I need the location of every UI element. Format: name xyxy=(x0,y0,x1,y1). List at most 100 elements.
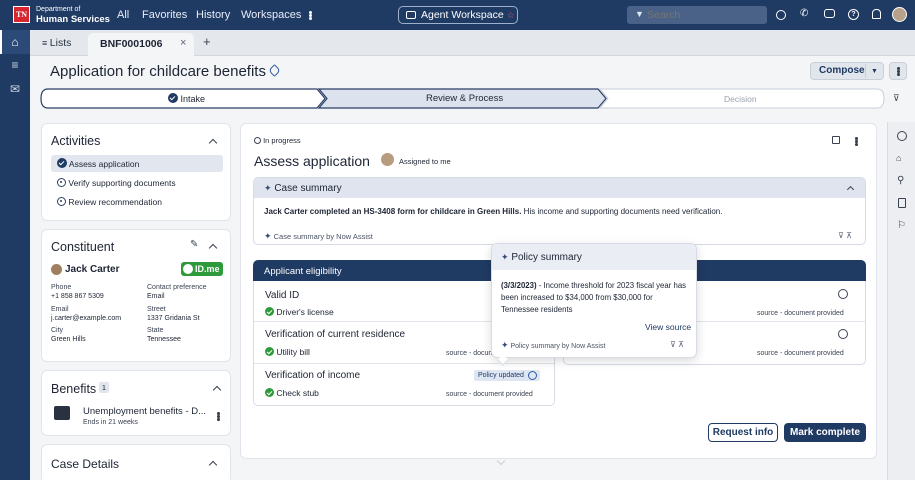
right-source-1: source - document provided xyxy=(757,310,844,317)
activity-item-assess[interactable]: Assess application xyxy=(51,155,223,172)
row-residence-title: Verification of current residence xyxy=(265,329,406,340)
tab-lists[interactable]: ≡ Lists xyxy=(42,37,71,49)
row-valid-id-doc[interactable]: Driver's license xyxy=(265,307,334,317)
filter-icon[interactable]: ⊽ xyxy=(893,93,900,104)
chevron-down-icon[interactable]: ▼ xyxy=(871,64,878,80)
feedback-icons[interactable]: ⊽ ⊼ xyxy=(838,231,852,240)
benefits-count-badge: 1 xyxy=(99,382,109,393)
constituent-title: Constituent xyxy=(51,240,115,254)
open-external-icon[interactable] xyxy=(832,136,840,144)
phone-value: +1 858 867 5309 xyxy=(51,293,104,300)
benefits-title: Benefits xyxy=(51,382,97,396)
bell-icon[interactable] xyxy=(872,9,881,19)
inbox-icon[interactable]: ✉ xyxy=(8,82,22,96)
document-icon[interactable] xyxy=(898,198,906,208)
right-source-2: source - document provided xyxy=(757,350,844,357)
search-input[interactable] xyxy=(647,8,757,22)
street-label: Street xyxy=(147,306,166,313)
globe-icon[interactable] xyxy=(776,10,786,20)
more-actions-button[interactable] xyxy=(889,62,907,80)
phone-icon[interactable]: ✆ xyxy=(800,8,808,19)
city-value: Green Hills xyxy=(51,336,86,343)
tab-record[interactable]: BNF0001006 × xyxy=(88,33,194,56)
chevron-up-icon[interactable] xyxy=(208,138,218,148)
request-info-button[interactable]: Request info xyxy=(708,423,778,442)
policy-updated-badge[interactable]: Policy updated xyxy=(474,370,540,381)
benefit-item-title[interactable]: Unemployment benefits - D... xyxy=(83,406,206,417)
contact-pref-value: Email xyxy=(147,293,165,300)
workspace-switcher[interactable]: Agent Workspace ☆ xyxy=(398,6,518,24)
constituent-avatar xyxy=(51,264,62,275)
progress-icon xyxy=(254,137,261,144)
benefit-item-subtitle: Ends in 21 weeks xyxy=(83,419,138,426)
document-verified-icon[interactable] xyxy=(838,329,848,339)
stage-review[interactable]: Review & Process xyxy=(426,93,503,104)
constituent-card: Constituent ✎ Jack Carter ID.me Phone +1… xyxy=(41,229,231,362)
stage-decision[interactable]: Decision xyxy=(724,94,757,104)
row-income-title: Verification of income xyxy=(265,370,361,381)
nav-workspaces[interactable]: Workspaces xyxy=(241,9,301,21)
chevron-up-icon[interactable] xyxy=(208,460,218,470)
view-source-link[interactable]: View source xyxy=(645,322,691,332)
email-label: Email xyxy=(51,306,69,313)
email-value[interactable]: j.carter@example.com xyxy=(51,315,121,322)
benefits-card: Benefits 1 Unemployment benefits - D... … xyxy=(41,370,231,436)
activities-card: Activities Assess application Verify sup… xyxy=(41,123,231,221)
page-title: Application for childcare benefits xyxy=(50,63,266,80)
dashboard-icon[interactable] xyxy=(897,131,907,141)
row-income-doc[interactable]: Check stub xyxy=(265,388,319,398)
tag-icon[interactable] xyxy=(268,64,281,77)
assigned-to-me: Assigned to me xyxy=(399,157,451,166)
document-verified-icon[interactable] xyxy=(838,289,848,299)
main-more-icon[interactable] xyxy=(855,140,858,143)
list-icon[interactable]: ≡ xyxy=(8,58,22,72)
education-icon[interactable]: ⌂ xyxy=(896,153,901,163)
chat-icon[interactable] xyxy=(824,9,835,18)
mark-complete-button[interactable]: Mark complete xyxy=(784,423,866,442)
nav-all[interactable]: All xyxy=(117,9,129,21)
constituent-name: Jack Carter xyxy=(65,264,120,275)
right-sidebar: ⌂ ⚲ ⚐ xyxy=(887,122,915,480)
location-icon[interactable]: ⚐ xyxy=(897,220,906,231)
pending-icon xyxy=(57,197,66,206)
case-details-card: Case Details xyxy=(41,444,231,480)
idme-verified-badge: ID.me xyxy=(181,262,223,276)
nav-favorites[interactable]: Favorites xyxy=(142,9,187,21)
compose-button[interactable]: Compose ▼ xyxy=(810,62,884,80)
help-icon[interactable]: ? xyxy=(848,9,859,20)
briefcase-icon xyxy=(54,406,70,420)
user-avatar[interactable] xyxy=(892,7,907,22)
org-name-line2: Human Services xyxy=(36,14,110,25)
global-search[interactable]: ▼ xyxy=(627,6,767,24)
case-summary-source: ✦ Case summary by Now Assist xyxy=(264,231,373,241)
more-icon[interactable] xyxy=(309,14,312,17)
popover-footer: ✦ Policy summary by Now Assist xyxy=(501,340,606,350)
check-icon xyxy=(265,388,274,397)
case-summary-header[interactable] xyxy=(254,178,865,198)
star-icon[interactable]: ☆ xyxy=(507,10,515,20)
nav-history[interactable]: History xyxy=(196,9,230,21)
row-residence-doc[interactable]: Utility bill xyxy=(265,347,310,357)
stage-intake[interactable]: Intake xyxy=(168,93,205,104)
home-icon[interactable]: ⌂ xyxy=(8,35,22,49)
verified-icon xyxy=(183,264,193,274)
city-label: City xyxy=(51,327,64,334)
benefit-more-icon[interactable] xyxy=(217,415,220,418)
tab-record-label: BNF0001006 xyxy=(100,38,163,50)
chevron-up-icon[interactable] xyxy=(208,243,218,253)
assignee-avatar xyxy=(381,153,394,166)
activity-item-review[interactable]: Review recommendation xyxy=(57,197,162,207)
state-label: State xyxy=(147,327,164,334)
add-tab-icon[interactable]: + xyxy=(203,34,211,49)
close-icon[interactable]: × xyxy=(180,37,186,49)
workspace-label: Agent Workspace xyxy=(421,9,504,21)
attachment-icon[interactable]: ⚲ xyxy=(897,175,904,186)
activity-item-verify[interactable]: Verify supporting documents xyxy=(57,178,176,188)
feedback-icons[interactable]: ⊽ ⊼ xyxy=(670,340,684,349)
chevron-up-icon[interactable] xyxy=(212,385,222,395)
scroll-down-indicator[interactable] xyxy=(496,455,506,467)
popover-title: ✦ Policy summary xyxy=(501,252,582,263)
state-logo[interactable]: TN xyxy=(13,6,30,23)
edit-icon[interactable]: ✎ xyxy=(190,239,198,250)
case-details-title: Case Details xyxy=(51,457,120,471)
